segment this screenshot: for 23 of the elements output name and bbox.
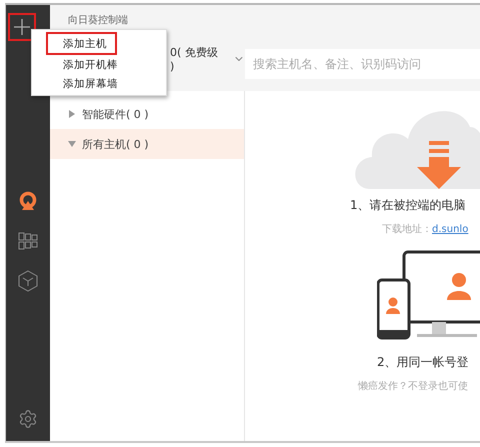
download-hint: 下载地址：d.sunlo (382, 222, 470, 236)
menu-item[interactable]: 添加屏幕墙 (46, 74, 126, 93)
settings-icon[interactable] (18, 409, 38, 429)
plus-icon (14, 19, 30, 35)
app-title: 向日葵控制端 (68, 14, 129, 27)
menu-item[interactable]: 添加主机 (46, 32, 117, 55)
account-label: 0( 免费级 ) (170, 45, 219, 73)
login-hint: 懒癌发作？不登录也可使 (358, 380, 469, 393)
grid-icon (18, 232, 38, 250)
cube-icon (18, 270, 38, 292)
caret-icon (68, 110, 76, 118)
tree-item-label: 智能硬件( 0 ) (82, 106, 149, 122)
tree-item[interactable]: 智能硬件( 0 ) (50, 99, 244, 129)
logo-icon (18, 191, 38, 211)
step-title: 1、请在被控端的电脑 (350, 197, 467, 214)
tree-item[interactable]: 所有主机( 0 ) (50, 129, 244, 159)
search-field[interactable]: 搜索主机名、备注、识别码访问 (245, 49, 480, 79)
caret-icon (68, 140, 76, 148)
sidebar-button[interactable] (16, 269, 40, 293)
menu-item[interactable]: 添加开机棒 (46, 55, 126, 74)
download-link[interactable]: d.sunlo (432, 224, 468, 235)
step-title: 2、用同一帐号登 (377, 354, 470, 371)
tree-item-label: 所有主机( 0 ) (82, 136, 149, 152)
